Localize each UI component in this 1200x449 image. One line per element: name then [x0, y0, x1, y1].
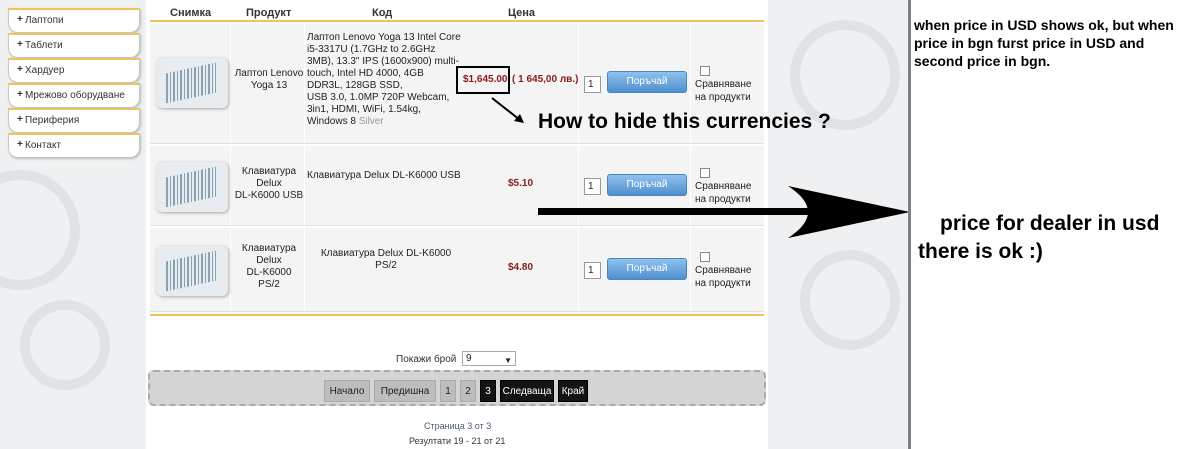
page-info: Страница 3 от 3 — [424, 421, 492, 431]
pagination: Начало Предишна 1 2 3 Следваща Край — [148, 370, 766, 406]
window-edge — [908, 0, 911, 449]
sidebar-item-contact[interactable]: + Контакт — [8, 133, 140, 158]
plus-icon: + — [17, 89, 23, 100]
plus-icon: + — [17, 14, 23, 25]
compare-checkbox[interactable] — [700, 66, 710, 76]
background-swirl — [0, 170, 80, 290]
order-button[interactable]: Поръчай — [607, 258, 687, 280]
category-sidebar: + Лаптопи + Таблети + Хардуер + Мрежово … — [8, 0, 140, 160]
quantity-input[interactable]: 1 — [584, 76, 601, 93]
annotation-arrow-icon — [491, 97, 524, 123]
annotation-right-note: when price in USD shows ok, but when pri… — [914, 17, 1174, 69]
page-1-button[interactable]: 1 — [440, 380, 456, 402]
product-description: Клавиатура Delux DL-K6000 USB — [307, 170, 461, 181]
order-button[interactable]: Поръчай — [607, 71, 687, 93]
sidebar-item-peripherals[interactable]: + Периферия — [8, 108, 140, 133]
prev-page-button[interactable]: Предишна — [374, 380, 436, 402]
sidebar-item-label: Таблети — [25, 40, 63, 51]
plus-icon: + — [17, 114, 23, 125]
product-name[interactable]: Клавиатура Delux DL-K6000 PS/2 — [234, 243, 304, 291]
last-page-button[interactable]: Край — [558, 380, 588, 402]
header-code: Код — [372, 7, 393, 19]
barcode-icon — [166, 166, 216, 208]
sidebar-item-label: Мрежово оборудване — [25, 90, 125, 101]
plus-icon: + — [17, 39, 23, 50]
per-page-select[interactable]: 9 ▼ — [462, 351, 516, 366]
annotation-dealer-note-2: there is ok :) — [918, 240, 1043, 263]
per-page-label: Покажи брой — [396, 354, 457, 365]
barcode-icon — [166, 62, 216, 104]
compare-label: Сравняване на продукти — [695, 265, 752, 289]
annotation-question: How to hide this currencies ? — [538, 110, 831, 133]
annotation-big-arrow-icon — [538, 186, 910, 238]
table-divider — [150, 314, 764, 316]
sidebar-item-hardware[interactable]: + Хардуер — [8, 58, 140, 83]
sidebar-item-label: Периферия — [25, 115, 80, 126]
sidebar-item-tablets[interactable]: + Таблети — [8, 33, 140, 58]
sidebar-item-laptops[interactable]: + Лаптопи — [8, 8, 140, 33]
product-description: Клавиатура Delux DL-K6000 PS/2 — [320, 248, 452, 271]
background-swirl — [800, 250, 900, 350]
quantity-input[interactable]: 1 — [584, 262, 601, 279]
table-row: Клавиатура Delux DL-K6000 PS/2 Клавиатур… — [150, 228, 764, 312]
plus-icon: + — [17, 139, 23, 150]
product-image[interactable] — [156, 162, 228, 212]
first-page-button[interactable]: Начало — [324, 380, 370, 402]
compare-label: Сравняване на продукти — [695, 79, 752, 103]
product-image[interactable] — [156, 58, 228, 108]
header-price: Цена — [508, 7, 536, 19]
price-usd: $5.10 — [508, 178, 534, 189]
sidebar-item-label: Лаптопи — [25, 15, 64, 26]
product-description: Лаптоп Lenovo Yoga 13 Intel Core i5-3317… — [307, 32, 461, 127]
results-info: Резултати 19 - 21 от 21 — [409, 436, 506, 446]
sidebar-item-network[interactable]: + Мрежово оборудване — [8, 83, 140, 108]
product-name[interactable]: Лаптоп Lenovo Yoga 13 — [234, 68, 304, 92]
price-usd: $4.80 — [508, 262, 534, 273]
header-product: Продукт — [246, 7, 292, 19]
sidebar-item-label: Контакт — [25, 140, 62, 151]
compare-checkbox[interactable] — [700, 252, 710, 262]
shop-page: + Лаптопи + Таблети + Хардуер + Мрежово … — [0, 0, 910, 449]
next-page-button[interactable]: Следваща — [500, 380, 554, 402]
background-swirl — [20, 300, 110, 390]
compare-checkbox[interactable] — [700, 168, 710, 178]
product-image[interactable] — [156, 246, 228, 296]
annotation-dealer-note-1: price for dealer in usd — [940, 212, 1160, 235]
page-3-button[interactable]: 3 — [480, 380, 496, 402]
page-2-button[interactable]: 2 — [460, 380, 476, 402]
sidebar-item-label: Хардуер — [25, 65, 65, 76]
annotation-highlight-box — [456, 66, 510, 94]
barcode-icon — [166, 250, 216, 292]
price-bgn: ( 1 645,00 лв.) — [512, 74, 579, 85]
table-header: Снимка Продукт Код Цена — [150, 2, 764, 22]
header-image: Снимка — [170, 7, 212, 19]
caret-down-icon: ▼ — [504, 356, 512, 365]
product-name[interactable]: Клавиатура Delux DL-K6000 USB — [234, 166, 304, 202]
plus-icon: + — [17, 64, 23, 75]
